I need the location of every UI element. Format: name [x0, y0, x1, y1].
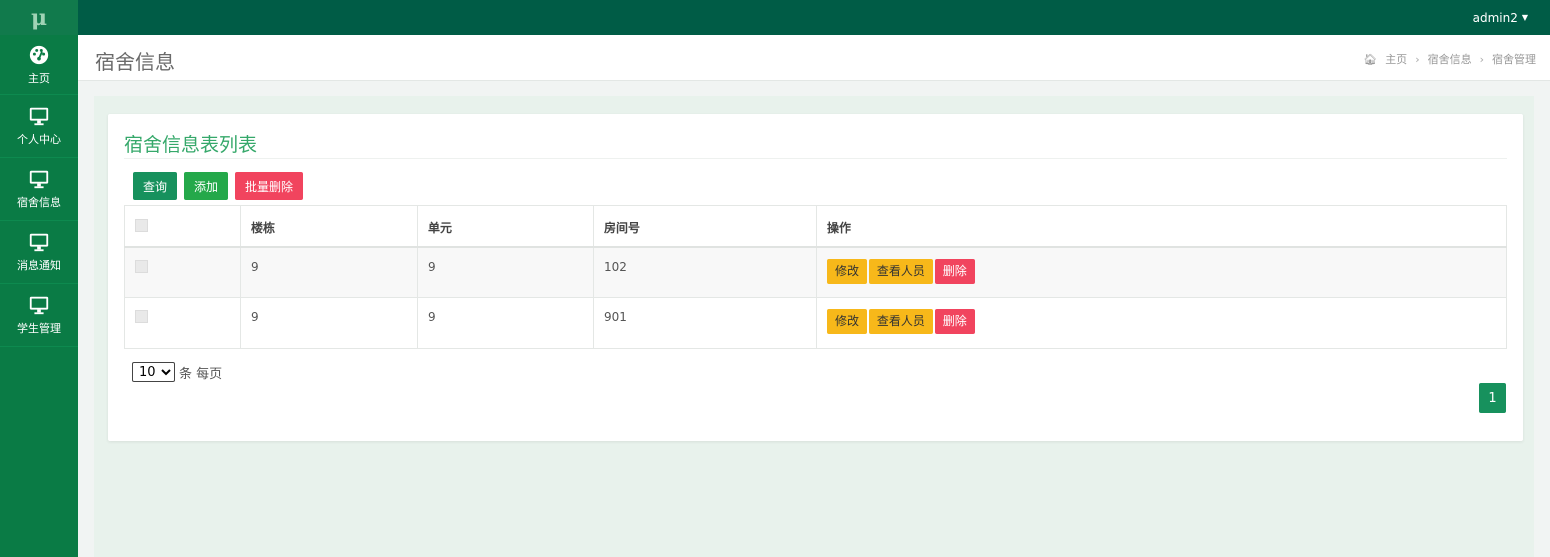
- app-logo: μ: [30, 4, 48, 31]
- cell-unit: 9: [417, 246, 594, 298]
- delete-button[interactable]: 删除: [934, 258, 975, 284]
- card-title: 宿舍信息表列表: [124, 134, 258, 156]
- cell-actions: 修改 查看人员 删除: [816, 297, 1507, 349]
- add-button[interactable]: 添加: [184, 172, 229, 200]
- table-row: 9 9 901 修改 查看人员 删除: [124, 297, 1507, 349]
- monitor-icon: [29, 107, 49, 126]
- query-button[interactable]: 查询: [133, 172, 178, 200]
- column-header-actions: 操作: [816, 205, 1507, 248]
- cell-building: 9: [240, 297, 418, 349]
- list-card: 宿舍信息表列表 查询 添加 批量删除 楼栋 单元 房间号 操作 9 9 102: [108, 114, 1523, 441]
- column-header-building: 楼栋: [240, 205, 418, 248]
- user-menu[interactable]: admin2 ▼: [1473, 0, 1528, 35]
- row-checkbox[interactable]: [135, 310, 148, 323]
- monitor-icon: [29, 170, 49, 189]
- cell-unit: 9: [417, 297, 594, 349]
- sidebar-item-label: 消息通知: [17, 259, 61, 272]
- sidebar-item-label: 宿舍信息: [17, 196, 61, 209]
- column-header-unit: 单元: [417, 205, 594, 248]
- chevron-right-icon: ›: [1415, 52, 1420, 66]
- per-page-label: 条 每页: [179, 366, 223, 382]
- top-bar: μ admin2 ▼: [0, 0, 1550, 35]
- sidebar-item-label: 学生管理: [17, 322, 61, 335]
- sidebar-item-notifications[interactable]: 消息通知: [0, 221, 78, 284]
- logo-area: μ: [0, 0, 78, 35]
- batch-delete-button[interactable]: 批量删除: [235, 172, 304, 200]
- cell-room: 102: [593, 246, 817, 298]
- row-select-cell[interactable]: [124, 297, 241, 349]
- delete-button[interactable]: 删除: [934, 309, 975, 334]
- sidebar-item-students[interactable]: 学生管理: [0, 284, 78, 347]
- page-header: 宿舍信息 🏠︎ 主页 › 宿舍信息 › 宿舍管理: [78, 35, 1550, 81]
- divider: [124, 158, 1507, 159]
- monitor-icon: [29, 296, 49, 315]
- edit-button[interactable]: 修改: [827, 309, 868, 334]
- dorm-table: 楼栋 单元 房间号 操作 9 9 102 修改 查看人员 删除 9 9 901 …: [124, 205, 1507, 349]
- sidebar-item-label: 个人中心: [17, 133, 61, 146]
- cell-building: 9: [240, 246, 418, 298]
- cell-room: 901: [593, 297, 817, 349]
- select-all-checkbox[interactable]: [135, 219, 148, 232]
- view-members-button[interactable]: 查看人员: [868, 258, 933, 284]
- breadcrumb-home[interactable]: 主页: [1385, 51, 1407, 67]
- breadcrumb-current: 宿舍管理: [1492, 53, 1536, 66]
- dashboard-icon: [29, 45, 49, 64]
- header-select-all[interactable]: [124, 205, 241, 248]
- row-checkbox[interactable]: [135, 259, 148, 273]
- view-members-button[interactable]: 查看人员: [868, 309, 933, 334]
- table-header-row: 楼栋 单元 房间号 操作: [124, 205, 1507, 248]
- breadcrumb-dorm-info[interactable]: 宿舍信息: [1428, 51, 1472, 67]
- home-icon: 🏠︎: [1363, 52, 1378, 66]
- page-size-control: 10 条 每页: [132, 362, 222, 382]
- sidebar: 主页 个人中心 宿舍信息 消息通知 学生管理: [0, 35, 78, 557]
- page-title: 宿舍信息: [95, 50, 175, 74]
- user-name: admin2: [1472, 10, 1518, 25]
- breadcrumb: 🏠︎ 主页 › 宿舍信息 › 宿舍管理: [1363, 51, 1536, 67]
- cell-actions: 修改 查看人员 删除: [816, 246, 1507, 298]
- column-header-room: 房间号: [593, 205, 817, 248]
- sidebar-item-profile[interactable]: 个人中心: [0, 95, 78, 158]
- sidebar-item-home[interactable]: 主页: [0, 35, 78, 95]
- chevron-right-icon: ›: [1479, 52, 1484, 66]
- sidebar-item-label: 主页: [28, 71, 50, 85]
- pagination-page-button[interactable]: 1: [1479, 383, 1506, 413]
- caret-down-icon: ▼: [1521, 13, 1528, 22]
- sidebar-item-dorm-info[interactable]: 宿舍信息: [0, 158, 78, 221]
- page-size-select[interactable]: 10: [132, 362, 175, 382]
- edit-button[interactable]: 修改: [827, 258, 868, 284]
- monitor-icon: [29, 233, 49, 252]
- row-select-cell[interactable]: [124, 246, 241, 298]
- table-row: 9 9 102 修改 查看人员 删除: [124, 246, 1507, 298]
